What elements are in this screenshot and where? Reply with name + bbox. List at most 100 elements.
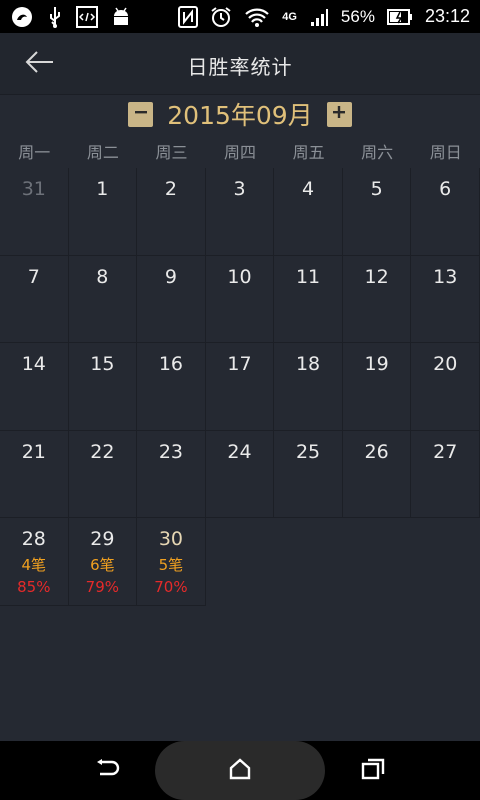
win-rate: 70% xyxy=(154,578,188,597)
day-number: 27 xyxy=(433,440,458,463)
usb-icon xyxy=(46,5,64,29)
day-number: 15 xyxy=(90,353,115,376)
day-number: 6 xyxy=(439,178,452,200)
calendar-day-cell[interactable]: 25 xyxy=(274,430,343,519)
day-number: 24 xyxy=(227,440,252,463)
weekday-label: 周一 xyxy=(18,143,51,162)
weekday-label: 周六 xyxy=(361,143,394,162)
day-number: 18 xyxy=(295,353,321,376)
network-4g-icon: 4G xyxy=(282,10,297,23)
calendar-day-cell[interactable]: 27 xyxy=(411,430,480,519)
day-number: 30 xyxy=(158,528,184,551)
status-bar-right: 4G 56% 23:12 xyxy=(178,5,470,28)
recents-icon xyxy=(361,758,385,784)
win-rate: 79% xyxy=(85,578,120,597)
day-number: 1 xyxy=(96,178,109,200)
day-number: 21 xyxy=(21,440,46,463)
calendar-day-cell[interactable]: 18 xyxy=(274,343,343,431)
calendar-day-cell[interactable]: 29 6笔 79% xyxy=(68,518,138,606)
nfc-icon xyxy=(178,5,199,28)
calendar-day-cell[interactable]: 21 xyxy=(0,430,69,519)
day-number: 5 xyxy=(370,178,383,200)
page-title: 日胜率统计 xyxy=(187,55,293,79)
calendar-day-cell[interactable]: 11 xyxy=(274,255,343,344)
calendar-day-cell[interactable]: 13 xyxy=(411,255,480,344)
calendar-day-cell[interactable]: 22 xyxy=(68,430,138,519)
day-number: 19 xyxy=(364,353,389,376)
minus-icon xyxy=(133,104,149,124)
nav-home-button[interactable] xyxy=(210,741,270,800)
calendar-day-cell[interactable]: 10 xyxy=(205,255,275,344)
day-number: 10 xyxy=(227,265,252,288)
weekday-label: 周五 xyxy=(292,143,325,162)
calendar-day-cell[interactable]: 14 xyxy=(0,343,69,431)
calendar-day-cell[interactable]: 2 xyxy=(137,168,206,256)
app-logo-icon xyxy=(10,5,34,29)
day-number: 14 xyxy=(21,353,46,376)
day-number: 12 xyxy=(364,265,389,288)
day-number: 2 xyxy=(164,178,177,200)
win-rate: 85% xyxy=(17,578,51,597)
system-nav-bar xyxy=(0,741,480,800)
day-number: 25 xyxy=(295,440,321,463)
trade-count: 6笔 xyxy=(90,556,115,575)
calendar-day-cell[interactable]: 31 xyxy=(0,168,69,256)
signal-icon xyxy=(309,6,329,28)
day-number: 17 xyxy=(227,353,252,376)
calendar-day-cell[interactable]: 17 xyxy=(205,343,275,431)
prev-month-button[interactable] xyxy=(128,101,154,127)
trade-count: 4笔 xyxy=(21,556,47,575)
day-number: 28 xyxy=(21,528,46,551)
plus-icon xyxy=(331,104,347,124)
calendar-day-cell[interactable]: 1 xyxy=(68,168,138,256)
day-number: 3 xyxy=(233,178,246,200)
calendar-day-cell[interactable]: 9 xyxy=(137,255,206,344)
weekday-label: 周四 xyxy=(224,143,257,162)
day-number: 13 xyxy=(433,265,458,288)
weekday-header: 周一 周二 周三 周四 周五 周六 周日 xyxy=(0,138,480,168)
nav-back-button[interactable] xyxy=(77,741,137,800)
day-number: 29 xyxy=(90,528,115,551)
calendar-day-cell[interactable]: 16 xyxy=(137,343,206,431)
next-month-button[interactable] xyxy=(326,101,352,127)
month-navigator: 2015年09月 xyxy=(0,94,480,134)
home-icon xyxy=(228,757,252,784)
month-label: 2015年09月 xyxy=(167,101,313,130)
code-icon xyxy=(76,5,98,28)
app-bar: 日胜率统计 xyxy=(0,33,480,95)
weekday-label: 周二 xyxy=(86,143,119,162)
alarm-icon xyxy=(210,6,232,28)
clock: 23:12 xyxy=(424,6,470,26)
day-number: 7 xyxy=(27,265,40,288)
calendar-day-cell[interactable]: 6 xyxy=(411,168,480,256)
trade-count: 5笔 xyxy=(158,556,184,575)
calendar-day-cell[interactable]: 12 xyxy=(342,255,412,344)
day-number: 11 xyxy=(295,265,321,288)
calendar-day-cell[interactable]: 19 xyxy=(342,343,412,431)
nav-recents-button[interactable] xyxy=(343,741,403,800)
calendar-day-cell[interactable]: 28 4笔 85% xyxy=(0,518,69,606)
calendar-day-cell[interactable]: 23 xyxy=(137,430,206,519)
android-icon xyxy=(110,6,132,28)
day-number: 9 xyxy=(164,265,177,288)
battery-icon xyxy=(386,8,413,25)
calendar-day-cell[interactable]: 8 xyxy=(68,255,138,344)
calendar-day-cell[interactable]: 5 xyxy=(342,168,412,256)
back-icon xyxy=(94,758,120,784)
network-label: 4G xyxy=(282,10,297,23)
calendar-day-cell[interactable]: 15 xyxy=(68,343,138,431)
calendar-day-cell[interactable]: 30 5笔 70% xyxy=(137,518,206,606)
calendar-day-cell[interactable]: 3 xyxy=(205,168,275,256)
calendar-day-cell[interactable]: 24 xyxy=(205,430,275,519)
calendar-grid: 31 1 2 3 4 5 6 7 8 9 10 11 12 13 14 15 1… xyxy=(0,168,480,606)
weekday-label: 周三 xyxy=(155,143,188,162)
calendar-day-cell[interactable]: 4 xyxy=(274,168,343,256)
day-number: 4 xyxy=(302,178,315,200)
calendar-day-cell[interactable]: 7 xyxy=(0,255,69,344)
calendar-day-cell[interactable]: 26 xyxy=(342,430,412,519)
battery-percent: 56% xyxy=(340,6,375,26)
day-number: 26 xyxy=(364,440,389,463)
status-bar: 4G 56% 23:12 xyxy=(0,0,480,33)
calendar-day-cell[interactable]: 20 xyxy=(411,343,480,431)
day-number: 23 xyxy=(158,440,184,463)
